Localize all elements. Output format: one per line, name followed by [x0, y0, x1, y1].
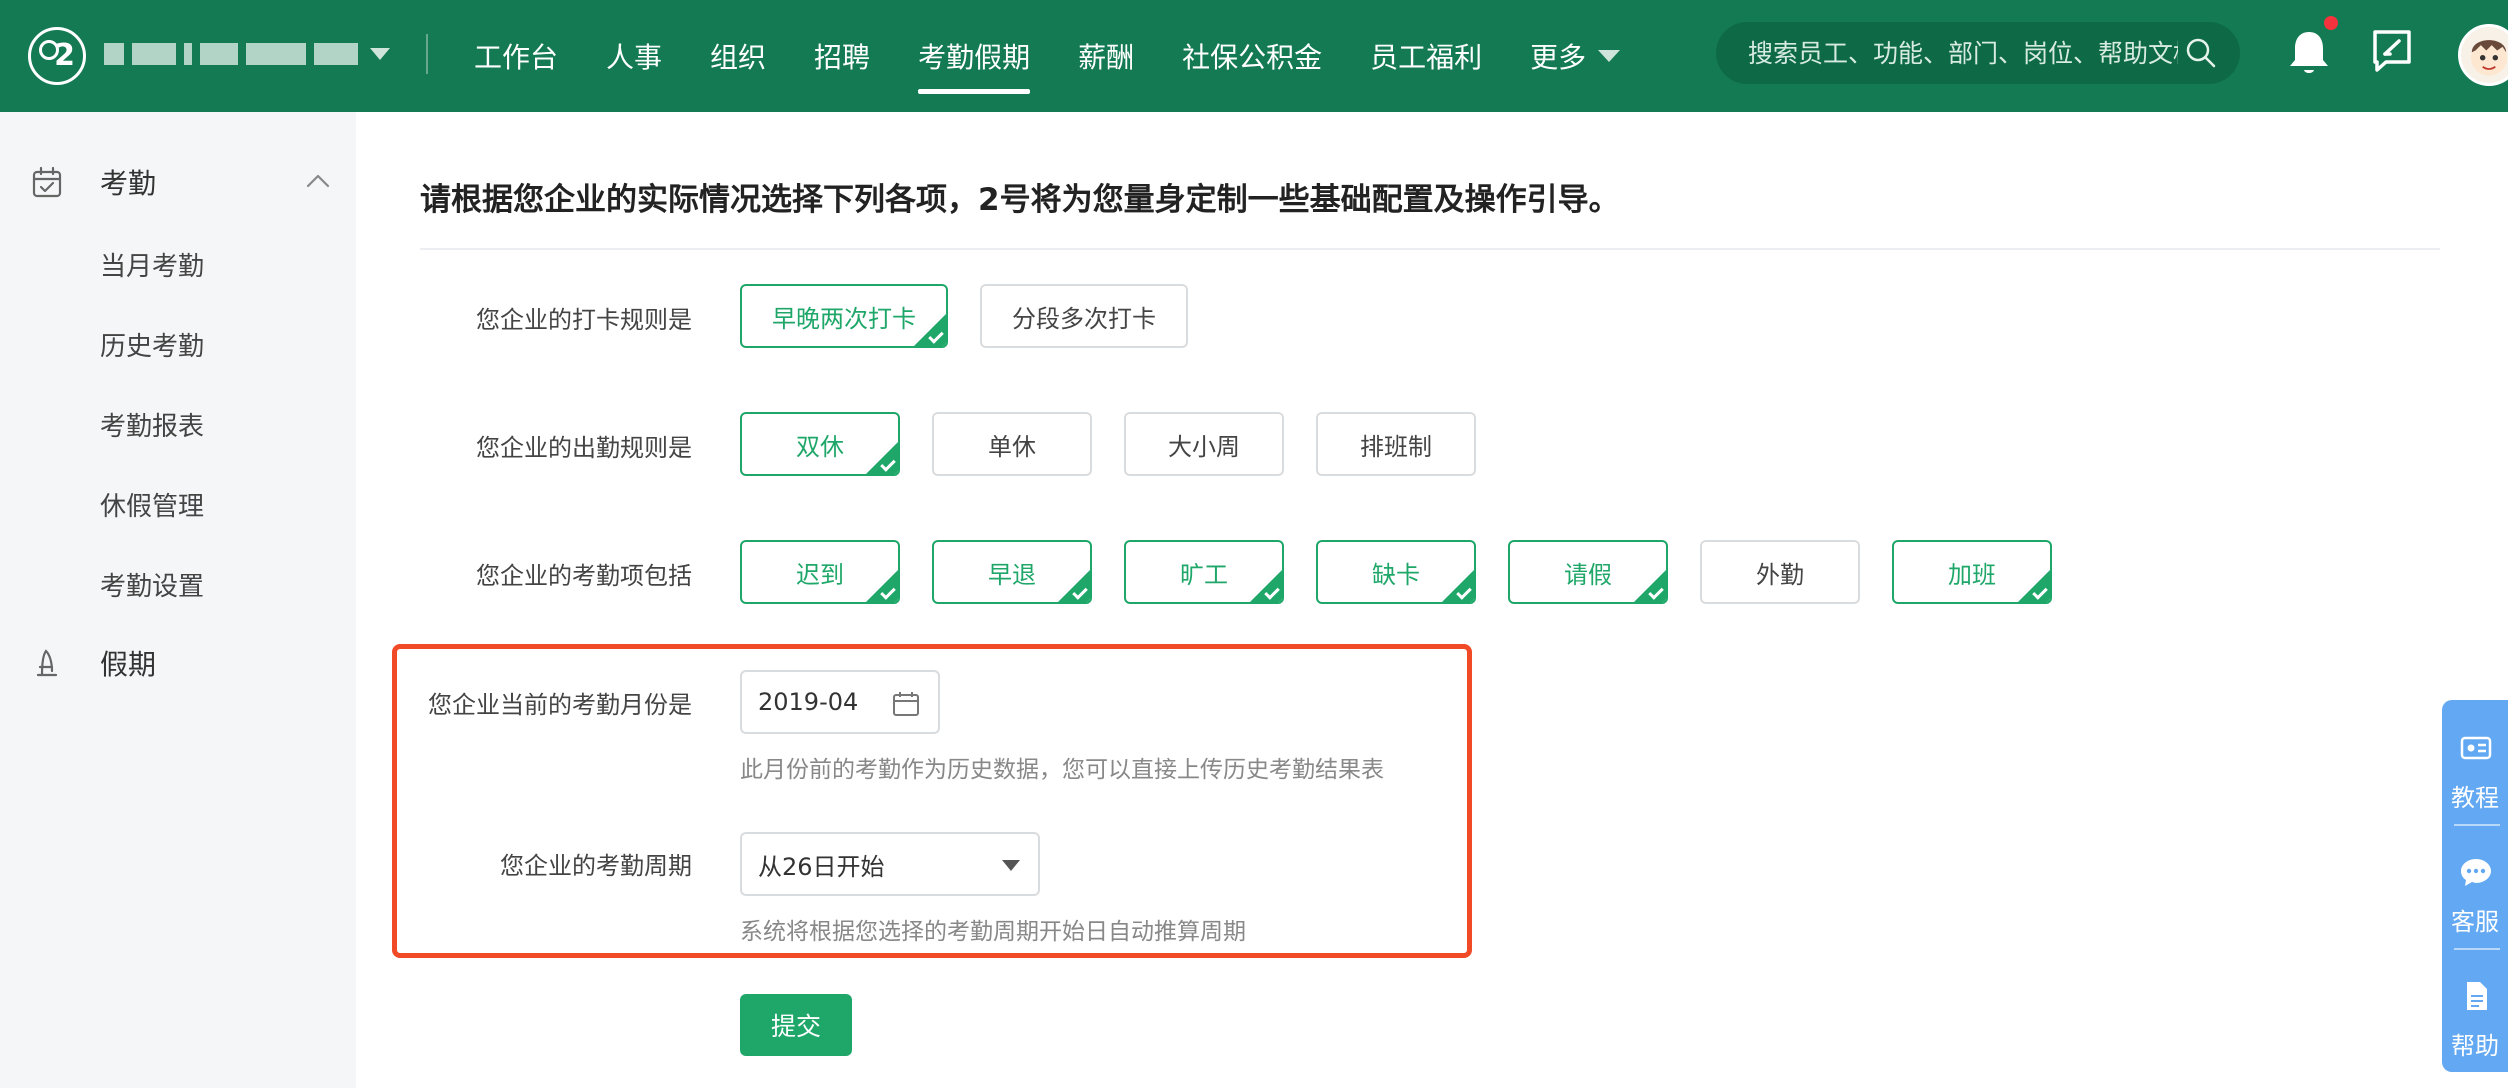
tutorial-icon [2460, 736, 2492, 760]
avatar[interactable] [2458, 24, 2508, 86]
sidebar-item-attendance-settings[interactable]: 考勤设置 [100, 566, 204, 603]
sidebar-group-label: 假期 [100, 648, 157, 681]
sidebar-item-current-month-attendance[interactable]: 当月考勤 [100, 246, 204, 283]
option-field-work[interactable]: 外勤 [1700, 540, 1860, 604]
chevron-down-icon [1598, 50, 1621, 62]
option-shift-schedule[interactable]: 排班制 [1316, 412, 1476, 476]
check-icon [1648, 584, 1664, 600]
check-icon [1456, 584, 1472, 600]
nav-item-workbench[interactable]: 工作台 [450, 0, 582, 112]
search-icon[interactable] [2184, 36, 2218, 70]
company-dropdown-arrow-icon[interactable] [370, 48, 390, 60]
nav-item-attendance-leave[interactable]: 考勤假期 [894, 0, 1054, 112]
check-icon [928, 328, 944, 344]
check-icon [880, 584, 896, 600]
cycle-value: 从26日开始 [758, 852, 885, 881]
check-icon [2032, 584, 2048, 600]
check-icon [880, 456, 896, 472]
punch-rule-label: 您企业的打卡规则是 [476, 306, 692, 334]
option-single-weekend[interactable]: 单休 [932, 412, 1092, 476]
month-value: 2019-04 [758, 688, 859, 716]
company-switcher[interactable] [104, 34, 358, 74]
caret-down-icon [1002, 860, 1020, 871]
nav-item-social-insurance[interactable]: 社保公积金 [1158, 0, 1346, 112]
current-month-hint: 此月份前的考勤作为历史数据，您可以直接上传历史考勤结果表 [740, 757, 1384, 783]
option-punch-multiple[interactable]: 分段多次打卡 [980, 284, 1188, 348]
avatar-image [2470, 39, 2508, 76]
nav-item-hr[interactable]: 人事 [582, 0, 686, 112]
nav-item-payroll[interactable]: 薪酬 [1054, 0, 1158, 112]
option-absent[interactable]: 旷工 [1124, 540, 1284, 604]
header-divider [426, 34, 428, 74]
check-icon [1264, 584, 1280, 600]
option-double-weekend[interactable]: 双休 [740, 412, 900, 476]
global-search[interactable] [1716, 22, 2240, 84]
floating-help-panel: 教程 客服 帮助 [2442, 700, 2508, 1072]
option-punch-twice[interactable]: 早晚两次打卡 [740, 284, 948, 348]
nav-item-benefits[interactable]: 员工福利 [1346, 0, 1506, 112]
sidebar: 考勤 当月考勤 历史考勤 考勤报表 休假管理 考勤设置 假期 [0, 112, 356, 1088]
top-bar: 2 工作台 人事 组织 招聘 考勤假期 薪酬 社保公积金 员工福利 更多 [0, 0, 2508, 112]
sidebar-item-leave-management[interactable]: 休假管理 [100, 486, 204, 523]
float-item-tutorial[interactable]: 教程 [2442, 712, 2508, 820]
nav-item-more[interactable]: 更多 [1506, 0, 1644, 112]
feedback-icon[interactable] [2370, 28, 2414, 74]
chat-icon [2461, 859, 2491, 886]
option-overtime[interactable]: 加班 [1892, 540, 2052, 604]
app-logo[interactable]: 2 [28, 27, 86, 85]
chevron-up-icon[interactable] [306, 172, 330, 188]
bell-icon[interactable] [2284, 26, 2334, 78]
beach-umbrella-icon [36, 649, 58, 677]
submit-button[interactable]: 提交 [740, 994, 852, 1056]
float-separator [2454, 824, 2500, 826]
month-picker[interactable]: 2019-04 [740, 670, 940, 734]
cycle-label: 您企业的考勤周期 [500, 852, 692, 880]
option-missing-punch[interactable]: 缺卡 [1316, 540, 1476, 604]
sidebar-group-attendance[interactable]: 考勤 [0, 142, 356, 222]
option-leave[interactable]: 请假 [1508, 540, 1668, 604]
sidebar-item-attendance-report[interactable]: 考勤报表 [100, 406, 204, 443]
calendar-check-icon [32, 166, 62, 198]
cycle-hint: 系统将根据您选择的考勤周期开始日自动推算周期 [740, 919, 1246, 945]
float-separator [2454, 948, 2500, 950]
attendance-rule-label: 您企业的出勤规则是 [476, 434, 692, 462]
float-item-customer-service[interactable]: 客服 [2442, 836, 2508, 944]
sidebar-group-holidays[interactable]: 假期 [0, 623, 356, 703]
current-month-label: 您企业当前的考勤月份是 [428, 691, 692, 719]
float-item-help[interactable]: 帮助 [2442, 960, 2508, 1068]
attendance-items-label: 您企业的考勤项包括 [476, 562, 692, 590]
logo-number: 2 [54, 38, 75, 73]
document-icon [2467, 982, 2487, 1010]
option-early-leave[interactable]: 早退 [932, 540, 1092, 604]
check-icon [1072, 584, 1088, 600]
page-title: 请根据您企业的实际情况选择下列各项，2号将为您量身定制一些基础配置及操作引导。 [420, 182, 1620, 218]
notification-dot [2322, 14, 2340, 32]
nav-item-organization[interactable]: 组织 [686, 0, 790, 112]
sidebar-item-history-attendance[interactable]: 历史考勤 [100, 326, 204, 363]
cycle-select[interactable]: 从26日开始 [740, 832, 1040, 896]
calendar-icon [893, 692, 919, 716]
sidebar-group-label: 考勤 [100, 167, 157, 200]
title-divider [420, 248, 2440, 250]
search-input[interactable] [1748, 38, 2178, 68]
nav-item-recruiting[interactable]: 招聘 [790, 0, 894, 112]
option-alternating-weeks[interactable]: 大小周 [1124, 412, 1284, 476]
option-late[interactable]: 迟到 [740, 540, 900, 604]
main-nav: 工作台 人事 组织 招聘 考勤假期 薪酬 社保公积金 员工福利 更多 [450, 0, 1644, 112]
